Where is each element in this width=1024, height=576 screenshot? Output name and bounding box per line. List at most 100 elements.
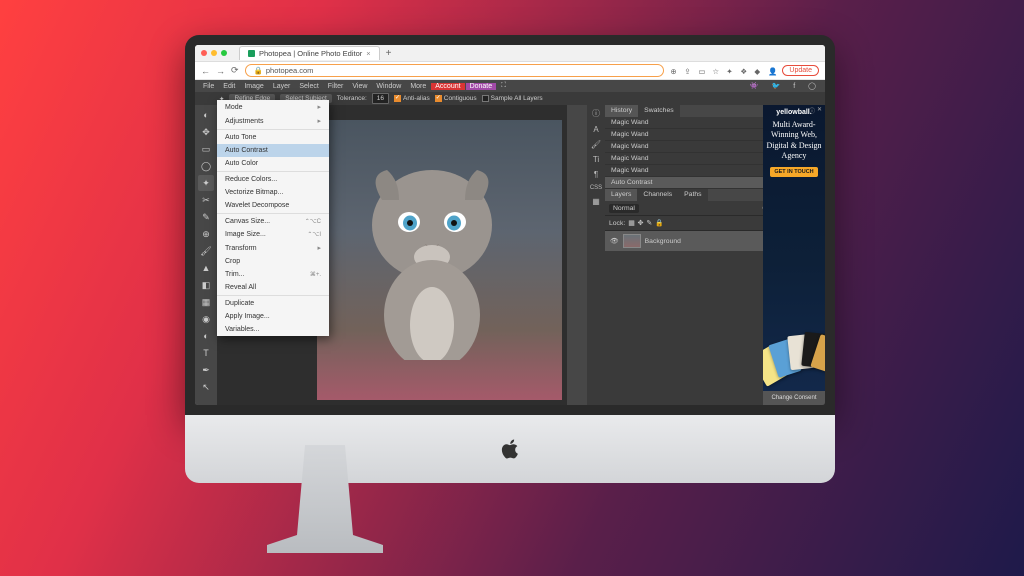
layer-panel-icon[interactable]: ▦	[592, 197, 600, 206]
eraser-tool-icon[interactable]: ◧	[198, 277, 214, 293]
heal-tool-icon[interactable]: ⊕	[198, 226, 214, 242]
lasso-tool-icon[interactable]: ◯	[198, 158, 214, 174]
character-panel-icon[interactable]: A	[593, 125, 598, 134]
window-close-dot[interactable]	[201, 50, 207, 56]
brush-panel-icon[interactable]: 🖌	[591, 140, 601, 149]
crop-tool-icon[interactable]: ✂	[198, 192, 214, 208]
extension2-icon[interactable]: ❖	[740, 67, 748, 75]
history-tab[interactable]: History	[605, 105, 638, 117]
menu-item[interactable]: Crop	[217, 255, 329, 268]
info-panel-icon[interactable]: ⓘ	[592, 108, 600, 119]
reload-icon[interactable]: ⟳	[231, 65, 239, 76]
blend-mode-select[interactable]: Normal	[609, 204, 639, 213]
avatar-icon[interactable]: 👤	[768, 67, 776, 75]
menu-more[interactable]: More	[406, 83, 430, 90]
search-icon[interactable]: ⊕	[670, 67, 678, 75]
eyedropper-tool-icon[interactable]: ✎	[198, 209, 214, 225]
lock-icon: 🔒	[254, 66, 263, 75]
menu-image[interactable]: Image	[240, 83, 267, 90]
color-fg-icon[interactable]: ◐	[198, 107, 214, 123]
tolerance-input[interactable]: 16	[372, 93, 389, 104]
marquee-tool-icon[interactable]: ▭	[198, 141, 214, 157]
dodge-tool-icon[interactable]: ◐	[198, 328, 214, 344]
paths-tab[interactable]: Paths	[678, 189, 707, 201]
lock-pixels-icon[interactable]: ▦	[628, 219, 634, 227]
swatches-tab[interactable]: Swatches	[638, 105, 679, 117]
menu-item[interactable]: Adjustments▸	[217, 114, 329, 128]
menu-item[interactable]: Trim...⌘+.	[217, 268, 329, 281]
layer-thumbnail[interactable]	[623, 234, 641, 248]
menu-item[interactable]: Apply Image...	[217, 310, 329, 323]
tab-close-icon[interactable]: ×	[366, 49, 370, 58]
pen-tool-icon[interactable]: ✒	[198, 362, 214, 378]
contiguous-check[interactable]: Contiguous	[435, 95, 477, 102]
back-icon[interactable]: ←	[201, 66, 210, 76]
menu-layer[interactable]: Layer	[269, 83, 295, 90]
ad-cta-button[interactable]: GET IN TOUCH	[770, 167, 817, 177]
blur-tool-icon[interactable]: ◉	[198, 311, 214, 327]
url-input[interactable]: 🔒 photopea.com	[245, 64, 665, 77]
css-panel-icon[interactable]: CSS	[590, 185, 602, 191]
bookmark-icon[interactable]: ☆	[712, 67, 720, 75]
menu-edit[interactable]: Edit	[219, 83, 239, 90]
antialias-check[interactable]: Anti-alias	[394, 95, 430, 102]
fullscreen-icon[interactable]: ⛶	[497, 82, 510, 90]
type-tool-icon[interactable]: T	[198, 345, 214, 361]
ad-close-icon[interactable]: ✕	[817, 106, 822, 115]
menu-item[interactable]: Reduce Colors...	[217, 173, 329, 186]
channels-tab[interactable]: Channels	[637, 189, 678, 201]
brush-tool-icon[interactable]: 🖌	[198, 243, 214, 259]
browser-tab[interactable]: Photopea | Online Photo Editor ×	[239, 46, 380, 60]
canvas-image[interactable]	[317, 120, 562, 400]
menu-item[interactable]: Variables...	[217, 323, 329, 336]
forward-icon[interactable]: →	[216, 66, 225, 76]
menu-item[interactable]: Duplicate	[217, 297, 329, 310]
new-tab-button[interactable]: +	[386, 48, 392, 59]
menu-account[interactable]: Account	[431, 83, 464, 90]
layer-visibility-icon[interactable]: 👁	[610, 237, 619, 245]
magic-wand-tool-icon[interactable]: ✦	[198, 175, 214, 191]
extension3-icon[interactable]: ◆	[754, 67, 762, 75]
menu-item[interactable]: Transform▸	[217, 241, 329, 255]
menu-item[interactable]: Reveal All	[217, 281, 329, 294]
menu-window[interactable]: Window	[372, 83, 405, 90]
send-tab-icon[interactable]: ⇪	[684, 67, 692, 75]
menu-filter[interactable]: Filter	[324, 83, 348, 90]
menu-item[interactable]: Vectorize Bitmap...	[217, 186, 329, 199]
menu-item[interactable]: Mode▸	[217, 100, 329, 114]
menu-item[interactable]: Canvas Size...⌃⌥C	[217, 215, 329, 228]
menu-select[interactable]: Select	[295, 83, 322, 90]
facebook-icon[interactable]: f	[789, 83, 799, 90]
reader-icon[interactable]: ▭	[698, 67, 706, 75]
menu-item[interactable]: Auto Contrast	[217, 144, 329, 157]
window-max-dot[interactable]	[221, 50, 227, 56]
lock-brush-icon[interactable]: ✎	[646, 219, 652, 227]
menu-view[interactable]: View	[348, 83, 371, 90]
menu-item[interactable]: Auto Tone	[217, 131, 329, 144]
menu-item[interactable]: Auto Color	[217, 157, 329, 170]
extension-icon[interactable]: ✦	[726, 67, 734, 75]
change-consent-button[interactable]: Change Consent	[763, 391, 825, 405]
sample-all-check[interactable]: Sample All Layers	[482, 95, 543, 102]
lock-all-icon[interactable]: 🔒	[655, 219, 663, 227]
window-min-dot[interactable]	[211, 50, 217, 56]
move-tool-icon[interactable]: ✥	[198, 124, 214, 140]
github-icon[interactable]: ◯	[804, 82, 820, 90]
update-button[interactable]: Update	[782, 65, 819, 76]
layers-tab[interactable]: Layers	[605, 189, 637, 201]
ad-logo: yellowball.	[776, 109, 811, 116]
menu-item[interactable]: Wavelet Decompose	[217, 199, 329, 212]
sidebar-ad[interactable]: yellowball. Multi Award-Winning Web, Dig…	[763, 105, 825, 391]
twitter-icon[interactable]: 🐦	[767, 82, 784, 90]
discord-icon[interactable]: 👾	[746, 82, 763, 90]
gradient-tool-icon[interactable]: ▦	[198, 294, 214, 310]
menu-donate[interactable]: Donate	[466, 83, 497, 90]
menu-file[interactable]: File	[199, 83, 218, 90]
paragraph-panel-icon[interactable]: Ti	[593, 155, 599, 164]
menu-item[interactable]: Image Size...⌃⌥I	[217, 228, 329, 241]
glyphs-panel-icon[interactable]: ¶	[594, 170, 598, 179]
path-tool-icon[interactable]: ↖	[198, 379, 214, 395]
lock-position-icon[interactable]: ✥	[638, 219, 644, 227]
ad-info-icon[interactable]: ⓘ	[809, 106, 815, 115]
stamp-tool-icon[interactable]: ▲	[198, 260, 214, 276]
